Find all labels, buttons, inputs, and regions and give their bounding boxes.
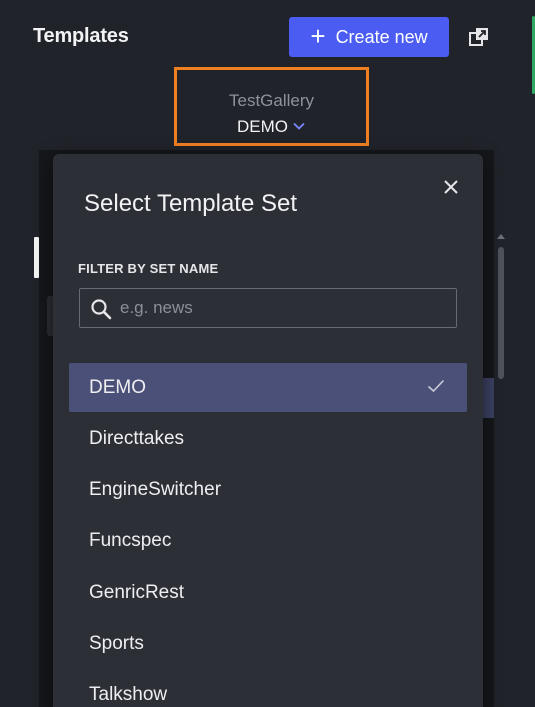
set-item-directtakes[interactable]: Directtakes bbox=[69, 414, 467, 463]
search-field[interactable] bbox=[79, 288, 457, 328]
chevron-down-icon bbox=[293, 122, 305, 130]
scroll-up-arrow[interactable] bbox=[497, 234, 505, 239]
close-icon bbox=[444, 180, 458, 194]
set-item-label: DEMO bbox=[89, 376, 146, 398]
active-indicator bbox=[34, 237, 39, 278]
template-set-list: DEMO Directtakes EngineSwitcher Funcspec… bbox=[69, 363, 467, 707]
popout-icon[interactable] bbox=[468, 26, 490, 48]
set-item-label: Talkshow bbox=[89, 684, 168, 706]
template-set-selector[interactable]: TestGallery DEMO bbox=[174, 67, 369, 146]
set-item-talkshow[interactable]: Talkshow bbox=[69, 671, 467, 707]
highlighted-row bbox=[482, 378, 494, 418]
gallery-name: TestGallery bbox=[228, 91, 315, 110]
set-item-engineswitcher[interactable]: EngineSwitcher bbox=[69, 466, 467, 515]
create-new-label: Create new bbox=[335, 26, 428, 47]
scrollbar[interactable] bbox=[498, 247, 504, 379]
modal-title: Select Template Set bbox=[84, 190, 298, 217]
filter-label: FILTER BY SET NAME bbox=[78, 261, 219, 276]
templates-panel: Templates + Create new TestGallery DEMO … bbox=[0, 0, 535, 707]
select-template-set-modal: Select Template Set FILTER BY SET NAME D… bbox=[53, 154, 483, 707]
set-item-label: EngineSwitcher bbox=[89, 479, 222, 501]
set-item-genricrest[interactable]: GenricRest bbox=[69, 568, 467, 617]
set-item-funcspec[interactable]: Funcspec bbox=[69, 517, 467, 566]
set-item-label: Funcspec bbox=[89, 530, 172, 552]
page-title: Templates bbox=[33, 25, 129, 47]
set-item-label: Directtakes bbox=[89, 427, 185, 449]
create-new-button[interactable]: + Create new bbox=[289, 17, 449, 57]
set-item-label: Sports bbox=[89, 632, 144, 654]
selected-set-display: DEMO bbox=[177, 117, 366, 137]
set-item-sports[interactable]: Sports bbox=[69, 619, 467, 668]
set-item-label: GenricRest bbox=[89, 581, 185, 603]
close-button[interactable] bbox=[438, 174, 464, 200]
selected-set-label: DEMO bbox=[237, 117, 288, 136]
search-icon bbox=[91, 299, 112, 320]
set-item-demo[interactable]: DEMO bbox=[69, 363, 467, 412]
check-icon bbox=[427, 379, 445, 393]
plus-icon: + bbox=[310, 21, 326, 51]
search-input[interactable] bbox=[120, 289, 450, 327]
